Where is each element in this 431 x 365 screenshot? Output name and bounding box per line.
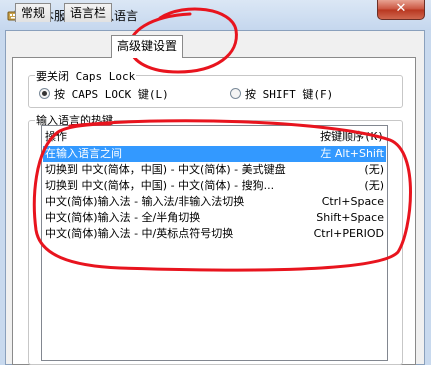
hotkey-key: Shift+Space [316, 211, 384, 224]
hotkeys-list[interactable]: 操作 按键顺序(K) 在输入语言之间 左 Alt+Shift 切换到 中文(简体… [41, 125, 388, 361]
hotkey-action: 中文(简体)输入法 - 全/半角切换 [45, 211, 201, 224]
hotkey-row[interactable]: 中文(简体)输入法 - 中/英标点符号切换 Ctrl+PERIOD [43, 226, 386, 242]
tab-general[interactable]: 常规 [15, 3, 52, 22]
hotkey-key: Ctrl+Space [321, 195, 384, 208]
hotkey-row[interactable]: 切换到 中文(简体，中国) - 中文(简体) - 搜狗... (无) [43, 178, 386, 194]
hotkey-key: 左 Alt+Shift [320, 147, 384, 160]
list-header: 操作 按键顺序(K) [42, 126, 387, 144]
hotkey-action: 中文(简体)输入法 - 中/英标点符号切换 [45, 227, 234, 240]
caps-lock-radio[interactable] [39, 88, 50, 99]
hotkey-action: 切换到 中文(简体，中国) - 中文(简体) - 搜狗... [45, 179, 275, 192]
column-header-action[interactable]: 操作 [45, 128, 67, 144]
hotkey-key: (无) [364, 179, 384, 192]
tab-language-bar[interactable]: 语言栏 [64, 3, 113, 22]
shift-radio[interactable] [230, 88, 241, 99]
caps-lock-radio-label[interactable]: 按 CAPS LOCK 键(L) [54, 86, 169, 102]
hotkey-action: 在输入语言之间 [45, 147, 122, 160]
tab-advanced-key-settings[interactable]: 高级键设置 [111, 35, 184, 58]
hotkey-action: 中文(简体)输入法 - 输入法/非输入法切换 [45, 195, 245, 208]
dialog-window: 文本服务和输入语言 ✕ 常规 语言栏 高级键设置 要关闭 Caps Lock 按… [0, 0, 431, 365]
hotkey-action: 切换到 中文(简体，中国) - 中文(简体) - 美式键盘 [45, 163, 286, 176]
column-header-key-sequence[interactable]: 按键顺序(K) [320, 128, 384, 144]
hotkey-row[interactable]: 中文(简体)输入法 - 输入法/非输入法切换 Ctrl+Space [43, 194, 386, 210]
hotkey-key: Ctrl+PERIOD [313, 227, 384, 240]
hotkey-row[interactable]: 切换到 中文(简体，中国) - 中文(简体) - 美式键盘 (无) [43, 162, 386, 178]
hotkey-key: (无) [364, 163, 384, 176]
close-button[interactable]: ✕ [377, 0, 425, 20]
hotkey-row[interactable]: 中文(简体)输入法 - 全/半角切换 Shift+Space [43, 210, 386, 226]
caps-lock-group-label: 要关闭 Caps Lock [35, 68, 137, 84]
hotkey-row[interactable]: 在输入语言之间 左 Alt+Shift [43, 146, 386, 162]
shift-radio-label[interactable]: 按 SHIFT 键(F) [245, 86, 333, 102]
